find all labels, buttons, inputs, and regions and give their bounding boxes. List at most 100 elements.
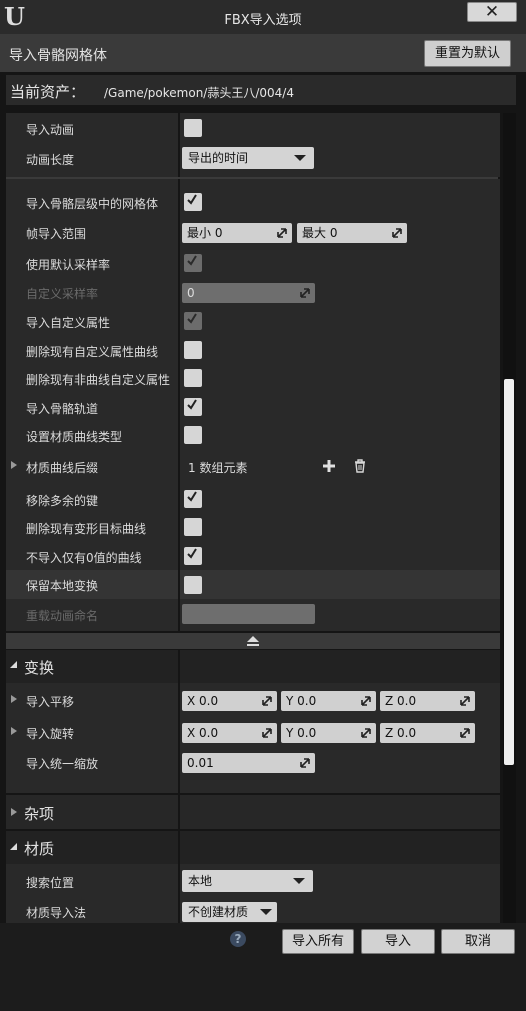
material-curve-suffixes-label: 材质曲线后缀 <box>26 461 99 475</box>
search-location-label: 搜索位置 <box>26 876 75 890</box>
anim-length-dropdown[interactable]: 导出的时间 <box>182 147 314 169</box>
preserve-local-transform-label: 保留本地变换 <box>26 579 99 593</box>
delete-existing-morph-target-curves-checkbox[interactable] <box>184 518 202 536</box>
uniform-scale-value: 0.01 <box>187 756 214 770</box>
preserve-local-transform-checkbox[interactable] <box>184 576 202 594</box>
use-default-sample-rate-label: 使用默认采样率 <box>26 258 111 272</box>
column-separator <box>178 683 180 793</box>
trash-icon[interactable] <box>353 459 367 473</box>
expanded-arrow-icon <box>10 661 17 668</box>
current-asset-path: /Game/pokemon/蒜头王八/004/4 <box>104 86 294 100</box>
column-separator <box>178 795 180 829</box>
checkmark-icon <box>187 194 197 205</box>
delete-existing-custom-attr-curves-checkbox[interactable] <box>184 341 202 359</box>
material-import-method-dropdown[interactable]: 不创建材质 <box>182 902 277 922</box>
resize-arrow-icon <box>361 728 371 738</box>
expand-arrow-icon[interactable] <box>11 461 17 469</box>
collapse-up-line <box>247 644 259 646</box>
reset-to-default-button[interactable]: 重置为默认 <box>424 40 511 67</box>
import-animation-checkbox[interactable] <box>184 119 202 137</box>
translation-x-value: X 0.0 <box>187 694 219 708</box>
rotation-z-field[interactable]: Z 0.0 <box>380 723 475 743</box>
transform-section-label: 变换 <box>24 659 55 677</box>
misc-section-header[interactable]: 杂项 <box>6 795 500 829</box>
collapse-advanced-button[interactable] <box>6 633 500 649</box>
resize-arrow-icon <box>300 288 310 298</box>
vertical-scrollbar[interactable] <box>503 113 516 923</box>
do-not-import-curve-with-zero-label: 不导入仅有0值的曲线 <box>26 551 142 565</box>
current-asset-bar: 当前资产： /Game/pokemon/蒜头王八/004/4 <box>6 75 516 105</box>
resize-arrow-icon <box>392 228 402 238</box>
search-location-value: 本地 <box>188 874 213 888</box>
import-custom-attribute-checkbox[interactable] <box>184 312 202 330</box>
title-bar: U FBX导入选项 ✕ <box>0 0 526 34</box>
uniform-scale-field[interactable]: 0.01 <box>182 753 315 773</box>
material-import-method-value: 不创建材质 <box>188 905 249 919</box>
column-separator <box>178 864 180 923</box>
range-min-field[interactable]: 最小 0 <box>182 223 292 243</box>
resize-arrow-icon <box>262 728 272 738</box>
import-button[interactable]: 导入 <box>361 929 435 954</box>
transform-section-header[interactable]: 变换 <box>6 650 500 683</box>
translation-x-field[interactable]: X 0.0 <box>182 691 277 711</box>
custom-sample-rate-label: 自定义采样率 <box>26 287 99 301</box>
override-animation-name-field[interactable] <box>182 604 315 624</box>
misc-section-label: 杂项 <box>24 805 55 823</box>
custom-sample-rate-value: 0 <box>187 286 195 300</box>
checkmark-icon <box>187 491 197 502</box>
translation-y-field[interactable]: Y 0.0 <box>281 691 376 711</box>
frame-import-range-label: 帧导入范围 <box>26 227 87 241</box>
add-element-icon[interactable] <box>322 459 336 473</box>
expand-arrow-icon[interactable] <box>11 727 17 735</box>
remove-redundant-keys-checkbox[interactable] <box>184 490 202 508</box>
import-bone-tracks-label: 导入骨骼轨道 <box>26 402 99 416</box>
anim-length-value: 导出的时间 <box>188 151 249 165</box>
rotation-x-field[interactable]: X 0.0 <box>182 723 277 743</box>
resize-arrow-icon <box>361 696 371 706</box>
resize-arrow-icon <box>262 696 272 706</box>
expand-arrow-icon[interactable] <box>11 695 17 703</box>
checkmark-icon <box>187 255 197 266</box>
help-icon[interactable]: ? <box>230 931 246 947</box>
scrollbar-thumb[interactable] <box>504 379 514 765</box>
close-button[interactable]: ✕ <box>467 2 517 22</box>
import-rotation-label: 导入旋转 <box>26 727 75 741</box>
delete-existing-non-curve-custom-attr-checkbox[interactable] <box>184 369 202 387</box>
rotation-x-value: X 0.0 <box>187 726 219 740</box>
custom-sample-rate-field[interactable]: 0 <box>182 283 315 303</box>
material-section-header[interactable]: 材质 <box>6 831 500 864</box>
expanded-arrow-icon <box>10 843 17 850</box>
use-default-sample-rate-checkbox[interactable] <box>184 254 202 272</box>
import-type-title: 导入骨骼网格体 <box>9 48 107 64</box>
delete-existing-morph-target-curves-label: 删除现有变形目标曲线 <box>26 522 147 536</box>
checkmark-icon <box>187 548 197 559</box>
override-animation-name-label: 重载动画命名 <box>26 609 99 623</box>
column-separator <box>178 570 180 599</box>
set-material-curve-type-checkbox[interactable] <box>184 426 202 444</box>
import-uniform-scale-label: 导入统一缩放 <box>26 757 99 771</box>
rotation-y-field[interactable]: Y 0.0 <box>281 723 376 743</box>
import-all-button[interactable]: 导入所有 <box>282 929 354 954</box>
range-max-field[interactable]: 最大 0 <box>297 223 407 243</box>
current-asset-label: 当前资产： <box>10 83 86 101</box>
search-location-dropdown[interactable]: 本地 <box>182 870 313 892</box>
collapsed-arrow-icon <box>11 808 17 816</box>
do-not-import-curve-with-zero-checkbox[interactable] <box>184 547 202 565</box>
column-separator <box>178 831 180 864</box>
cancel-button[interactable]: 取消 <box>441 929 515 954</box>
material-import-method-label: 材质导入法 <box>26 906 87 920</box>
import-meshes-in-bone-hierarchy-checkbox[interactable] <box>184 193 202 211</box>
import-bone-tracks-checkbox[interactable] <box>184 398 202 416</box>
set-material-curve-type-label: 设置材质曲线类型 <box>26 430 123 444</box>
column-separator <box>178 179 180 631</box>
translation-z-field[interactable]: Z 0.0 <box>380 691 475 711</box>
resize-arrow-icon <box>300 758 310 768</box>
chevron-down-icon <box>260 909 272 915</box>
translation-y-value: Y 0.0 <box>286 694 317 708</box>
import-translation-label: 导入平移 <box>26 695 75 709</box>
import-custom-attribute-label: 导入自定义属性 <box>26 316 111 330</box>
column-separator <box>178 650 180 683</box>
translation-z-value: Z 0.0 <box>385 694 417 708</box>
delete-existing-non-curve-custom-attr-label: 删除现有非曲线自定义属性 <box>26 373 171 387</box>
import-animation-label: 导入动画 <box>26 123 75 137</box>
